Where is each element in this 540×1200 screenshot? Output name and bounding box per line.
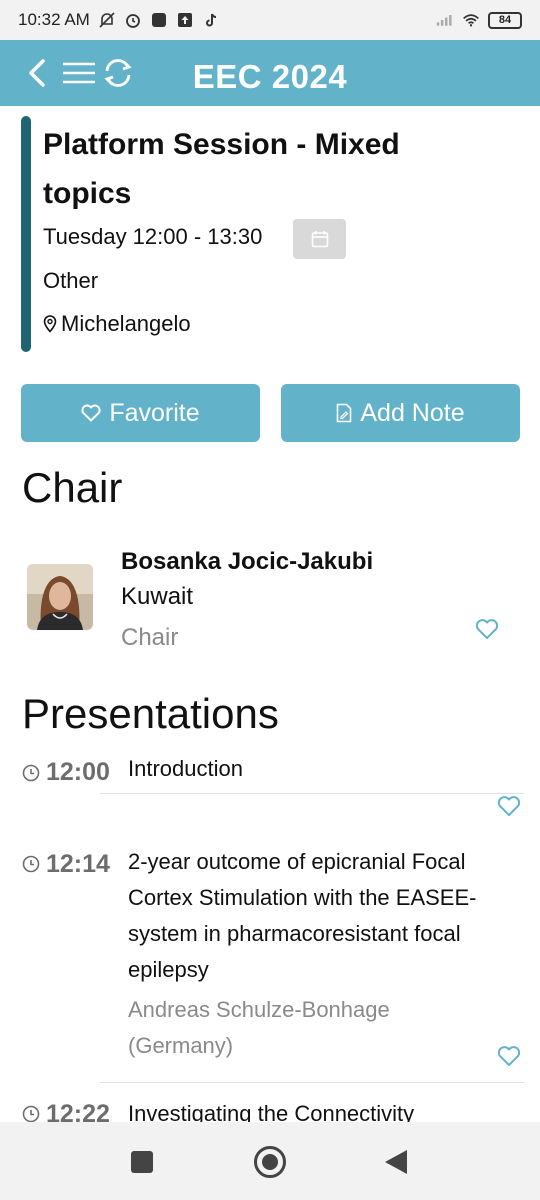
favorite-button[interactable]: Favorite (21, 384, 260, 442)
add-note-button[interactable]: Add Note (281, 384, 520, 442)
recents-button[interactable] (124, 1144, 160, 1180)
chair-role: Chair (121, 624, 179, 651)
session-title: Platform Session - Mixed topics (43, 128, 400, 210)
chair-heading: Chair (22, 464, 123, 511)
session-time: Tuesday 12:00 - 13:30 (43, 224, 263, 249)
add-to-calendar-button[interactable] (293, 219, 346, 259)
mute-icon (98, 11, 116, 29)
home-circle-icon (254, 1146, 286, 1178)
session-type: Other (43, 268, 99, 293)
clock-icon (22, 855, 40, 873)
presentation-title: Investigating the Connectivity (128, 1101, 415, 1122)
app-header: EEC 2024 (0, 40, 540, 106)
session-location-label: Michelangelo (61, 311, 191, 336)
session-location: Michelangelo (43, 311, 191, 337)
divider (100, 793, 524, 794)
heart-icon (81, 404, 101, 422)
presentation-item[interactable]: 12:22 Investigating the Connectivity (0, 1100, 540, 1122)
clock-icon (22, 1105, 40, 1122)
status-time: 10:32 AM (18, 10, 90, 29)
upload-icon (176, 11, 194, 29)
presentation-time: 12:00 (46, 758, 110, 786)
calendar-icon (311, 231, 328, 248)
tiktok-icon (202, 11, 220, 29)
heart-icon[interactable] (497, 795, 521, 817)
app-title: EEC 2024 (192, 58, 348, 95)
presentation-item[interactable]: 12:14 2-year outcome of epicranial Focal… (0, 849, 540, 1090)
presentation-time: 12:14 (46, 850, 110, 878)
home-button[interactable] (252, 1144, 288, 1180)
nav-back-button[interactable] (378, 1144, 414, 1180)
presentation-title: Introduction (128, 756, 243, 781)
divider (100, 1082, 524, 1083)
heart-icon[interactable] (497, 1045, 521, 1067)
presentation-time: 12:22 (46, 1100, 110, 1122)
presentations-heading: Presentations (22, 690, 279, 737)
square-icon (131, 1151, 153, 1173)
chair-name[interactable]: Bosanka Jocic-Jakubi (121, 548, 373, 576)
presentation-title: 2-year outcome of epicranial Focal Corte… (128, 849, 477, 982)
system-nav-bar (0, 1122, 540, 1200)
session-accent-bar (21, 116, 31, 352)
favorite-label: Favorite (109, 398, 200, 427)
signal-icon (436, 11, 454, 29)
presentation-author[interactable]: Andreas Schulze-Bonhage (Germany) (128, 992, 468, 1064)
alarm-icon (124, 11, 142, 29)
heart-icon (475, 619, 499, 639)
chair-avatar[interactable] (27, 564, 93, 630)
chair-country: Kuwait (121, 583, 194, 610)
app-square-icon (150, 11, 168, 29)
note-icon (337, 403, 352, 423)
session-card: Platform Session - Mixed topics Tuesday … (21, 116, 521, 354)
back-triangle-icon (385, 1150, 407, 1174)
wifi-icon (462, 11, 480, 29)
presentation-item[interactable]: 12:00 Introduction (0, 756, 540, 836)
location-pin-icon (43, 315, 57, 333)
status-bar: 10:32 AM 84 (0, 0, 540, 40)
clock-icon (22, 764, 40, 782)
add-note-label: Add Note (360, 398, 465, 427)
chair-favorite-button[interactable] (475, 618, 499, 640)
battery-indicator: 84 (488, 11, 522, 29)
